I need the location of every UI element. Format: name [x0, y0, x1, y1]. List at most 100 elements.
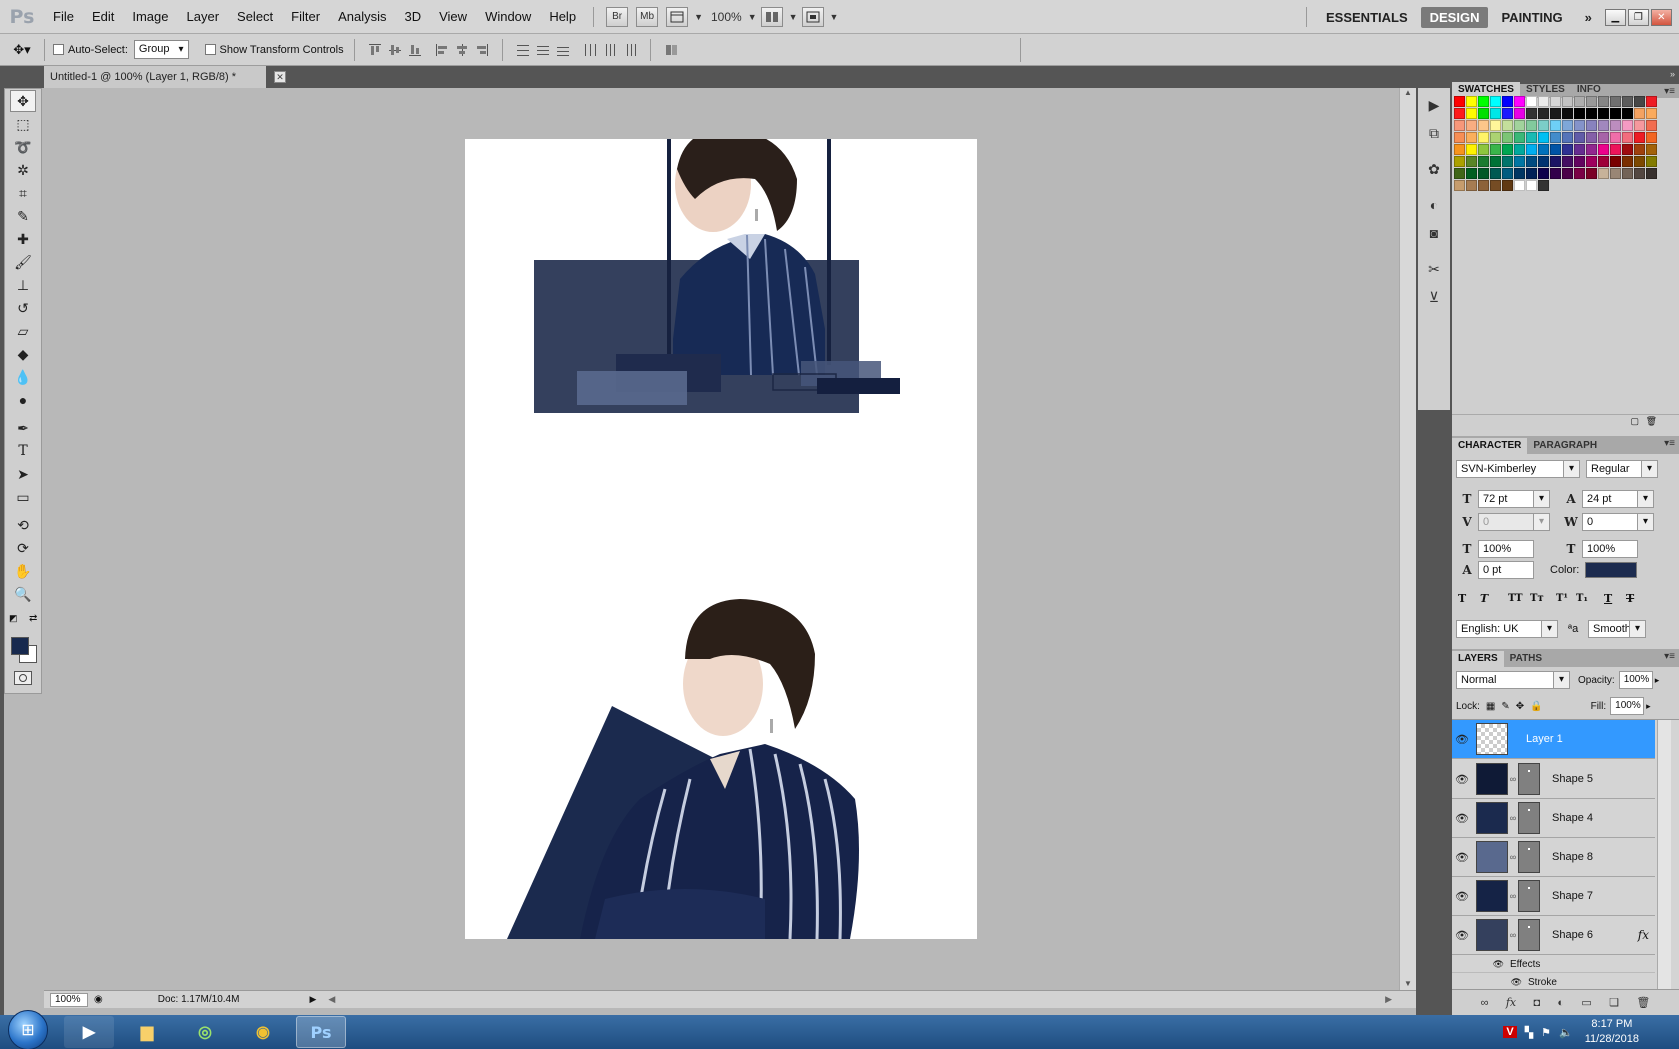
type-tool-icon[interactable]: T	[10, 440, 36, 462]
document-tab[interactable]: Untitled-1 @ 100% (Layer 1, RGB/8) * ✕	[44, 66, 286, 88]
visibility-eye-icon[interactable]: 👁	[1452, 812, 1472, 825]
kerning-field[interactable]: 0	[1478, 513, 1550, 531]
color-swatch[interactable]	[1634, 144, 1645, 155]
lock-all-icon[interactable]: 🔒	[1530, 701, 1542, 712]
align-vertical-center-icon[interactable]	[388, 43, 402, 57]
color-swatch[interactable]	[1478, 96, 1489, 107]
color-swatch[interactable]	[1646, 96, 1657, 107]
language-dropdown[interactable]: English: UK	[1456, 620, 1558, 638]
color-swatch[interactable]	[1490, 108, 1501, 119]
color-swatch[interactable]	[1646, 120, 1657, 131]
scroll-down-icon[interactable]: ▼	[1400, 979, 1416, 988]
color-swatch[interactable]	[1586, 132, 1597, 143]
color-swatch[interactable]	[1574, 108, 1585, 119]
vertical-scale-field[interactable]: 100%	[1478, 540, 1534, 558]
distribute-top-icon[interactable]	[516, 43, 530, 57]
menu-select[interactable]: Select	[228, 0, 282, 34]
color-swatch[interactable]	[1478, 156, 1489, 167]
color-swatch[interactable]	[1526, 156, 1537, 167]
default-colors-icon[interactable]: ◩	[9, 613, 18, 624]
link-layers-icon[interactable]: ∞	[1481, 997, 1489, 1009]
color-swatch[interactable]	[1562, 108, 1573, 119]
shape-7[interactable]	[817, 378, 900, 394]
color-swatch[interactable]	[1454, 156, 1465, 167]
swap-colors-icon[interactable]: ⇄	[29, 613, 37, 624]
text-color-swatch[interactable]	[1585, 562, 1638, 578]
crop-tool-icon[interactable]: ⌗	[10, 182, 36, 204]
color-swatch[interactable]	[1562, 156, 1573, 167]
color-swatch[interactable]	[1562, 120, 1573, 131]
color-swatch[interactable]	[1574, 156, 1585, 167]
tool-presets-icon[interactable]: ✂	[1423, 258, 1445, 280]
color-swatch[interactable]	[1466, 168, 1477, 179]
menu-edit[interactable]: Edit	[83, 0, 123, 34]
strikethrough-icon[interactable]: T	[1626, 592, 1648, 605]
foreground-color-swatch[interactable]	[11, 637, 29, 655]
scroll-left-icon[interactable]: ◀	[328, 994, 335, 1005]
vertical-scrollbar[interactable]: ▲ ▼	[1399, 88, 1416, 990]
color-swatch[interactable]	[1538, 180, 1549, 191]
restore-button[interactable]: ❐	[1627, 8, 1649, 26]
color-swatch[interactable]	[1634, 108, 1645, 119]
collapse-icon[interactable]: »	[1670, 69, 1675, 79]
color-swatch[interactable]	[1634, 120, 1645, 131]
quick-mask-icon[interactable]	[14, 671, 32, 685]
color-swatch[interactable]	[1610, 132, 1621, 143]
chevron-down-icon[interactable]: ▼	[748, 12, 757, 22]
color-swatch[interactable]	[1598, 168, 1609, 179]
workspace-painting[interactable]: PAINTING	[1492, 7, 1571, 28]
action-center-icon[interactable]: ⚑	[1541, 1026, 1551, 1039]
visibility-eye-icon[interactable]: 👁	[1452, 851, 1472, 864]
small-caps-icon[interactable]: Tт	[1530, 593, 1556, 604]
menu-file[interactable]: File	[44, 0, 83, 34]
tab-character[interactable]: CHARACTER	[1452, 438, 1528, 454]
color-swatch[interactable]	[1562, 168, 1573, 179]
tab-paragraph[interactable]: PARAGRAPH	[1527, 438, 1603, 454]
color-swatch[interactable]	[1586, 156, 1597, 167]
photoshop-taskbar-icon[interactable]: Ps	[296, 1016, 346, 1048]
faux-bold-icon[interactable]: T	[1458, 592, 1480, 605]
status-zoom-field[interactable]: 100%	[50, 992, 88, 1007]
subscript-icon[interactable]: T₁	[1576, 593, 1604, 604]
color-swatch[interactable]	[1586, 96, 1597, 107]
color-swatch[interactable]	[1634, 168, 1645, 179]
color-swatch[interactable]	[1490, 168, 1501, 179]
color-swatch[interactable]	[1478, 120, 1489, 131]
color-swatch[interactable]	[1490, 120, 1501, 131]
close-button[interactable]: ✕	[1650, 8, 1672, 26]
bridge-button[interactable]: Br	[606, 6, 629, 27]
color-swatch[interactable]	[1514, 132, 1525, 143]
menu-filter[interactable]: Filter	[282, 0, 329, 34]
healing-brush-tool-icon[interactable]: ✚	[10, 228, 36, 250]
color-swatch[interactable]	[1514, 168, 1525, 179]
stroke-effect-row[interactable]: 👁 Stroke	[1452, 974, 1655, 989]
color-swatch[interactable]	[1550, 120, 1561, 131]
color-swatch[interactable]	[1514, 108, 1525, 119]
color-swatch[interactable]	[1514, 120, 1525, 131]
color-swatch[interactable]	[1586, 120, 1597, 131]
color-swatch[interactable]	[1622, 108, 1633, 119]
color-swatch[interactable]	[1502, 156, 1513, 167]
align-bottom-icon[interactable]	[408, 43, 422, 57]
leading-field[interactable]: 24 pt	[1582, 490, 1654, 508]
opacity-field[interactable]: 100%	[1618, 671, 1653, 689]
new-swatch-icon[interactable]: ▢	[1630, 416, 1639, 427]
brush-tool-icon[interactable]: 🖌	[10, 251, 36, 273]
color-swatch[interactable]	[1490, 156, 1501, 167]
color-swatch[interactable]	[1562, 144, 1573, 155]
opacity-slider-arrow-icon[interactable]: ▸	[1655, 675, 1660, 686]
color-swatch[interactable]	[1646, 144, 1657, 155]
color-swatch[interactable]	[1526, 132, 1537, 143]
color-swatch[interactable]	[1646, 168, 1657, 179]
volume-icon[interactable]: 🔈	[1559, 1026, 1573, 1039]
align-left-icon[interactable]	[435, 43, 449, 57]
view-extras-button[interactable]	[666, 6, 689, 27]
color-swatch[interactable]	[1646, 108, 1657, 119]
color-swatch[interactable]	[1610, 156, 1621, 167]
color-swatch[interactable]	[1634, 96, 1645, 107]
brush-presets-icon[interactable]: ✿	[1423, 158, 1445, 180]
color-swatch[interactable]	[1478, 108, 1489, 119]
color-swatch[interactable]	[1586, 108, 1597, 119]
effects-eye-icon[interactable]: 👁	[1452, 959, 1504, 970]
color-swatch[interactable]	[1514, 144, 1525, 155]
